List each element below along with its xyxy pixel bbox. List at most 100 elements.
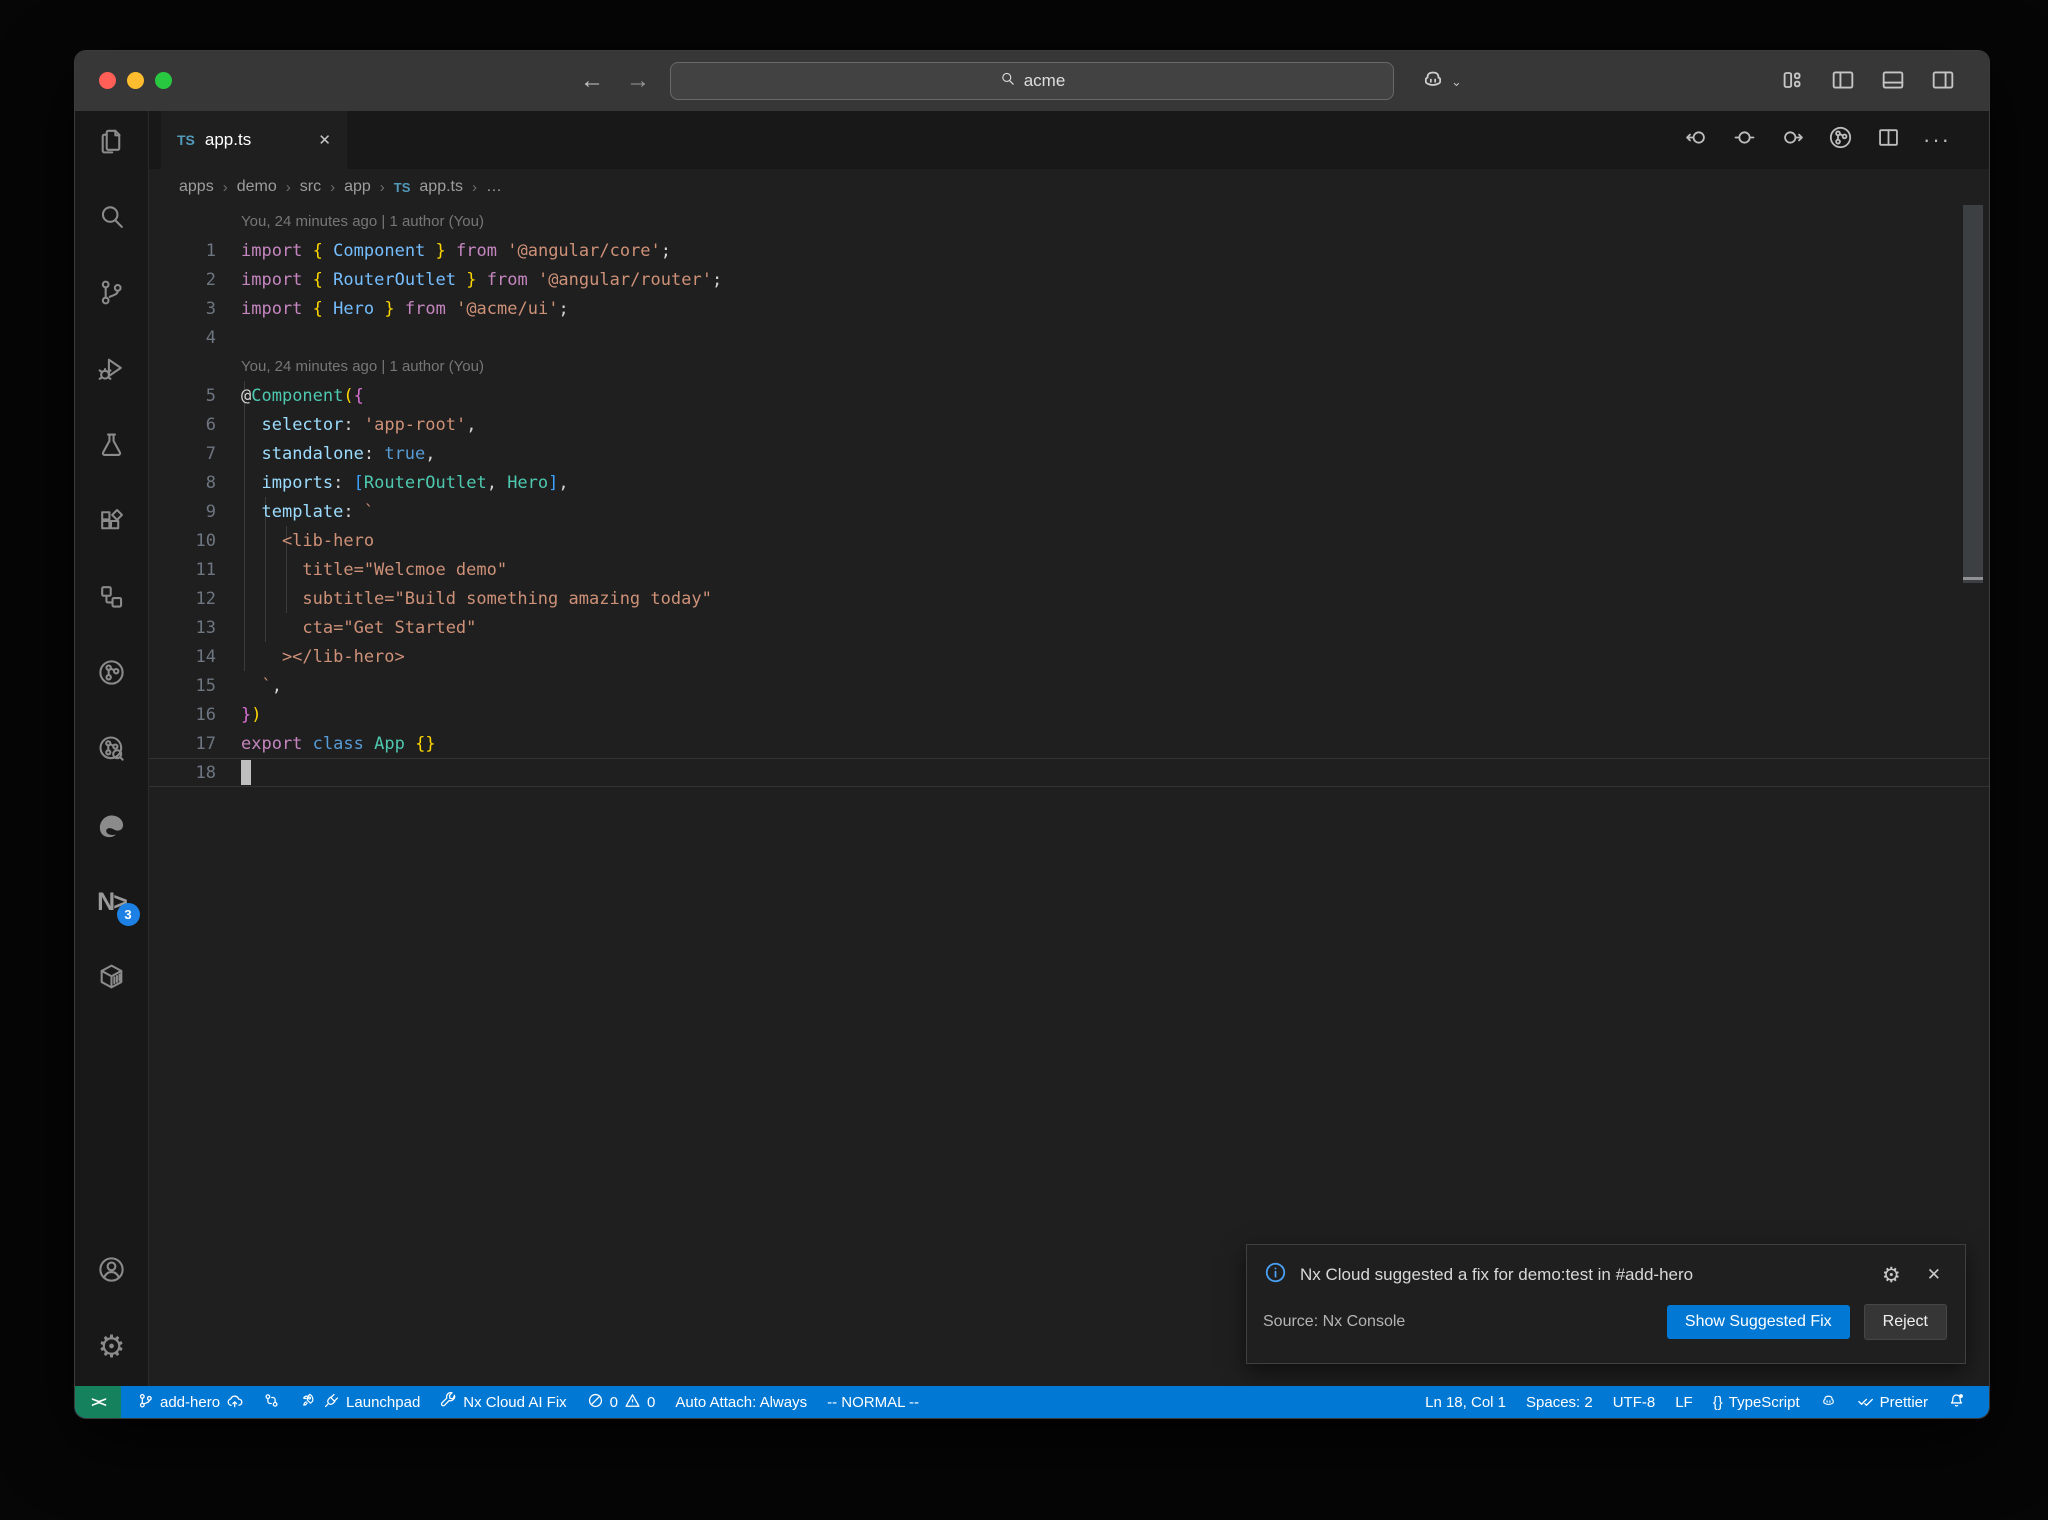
code-line-6[interactable]: 6 selector: 'app-root', [149, 410, 1989, 439]
code-text: import { RouterOutlet } from '@angular/r… [241, 269, 723, 290]
more-actions-icon[interactable]: ··· [1923, 127, 1951, 153]
gitlens-graph-icon[interactable] [1827, 124, 1854, 156]
notification-settings-gear-icon[interactable]: ⚙ [1882, 1263, 1901, 1288]
split-editor-icon[interactable] [1875, 124, 1902, 156]
code-line-7[interactable]: 7 standalone: true, [149, 439, 1989, 468]
minimize-window-button[interactable] [127, 72, 144, 89]
back-arrow-icon[interactable]: ← [580, 69, 604, 93]
copilot-icon [1420, 66, 1446, 97]
status-item-auto-attach[interactable]: Auto Attach: Always [665, 1386, 817, 1418]
nx-badge: 3 [116, 903, 140, 926]
code-line-17[interactable]: 17 export class App {} [149, 729, 1989, 758]
activity-item-accounts[interactable] [90, 1256, 134, 1287]
status-item-git-compare[interactable] [253, 1386, 290, 1418]
code-line-18[interactable]: 18 [149, 758, 1989, 787]
code-line-15[interactable]: 15 `, [149, 671, 1989, 700]
rocket-icon [300, 1392, 317, 1413]
code-line-5[interactable]: 5 @Component({ [149, 381, 1989, 410]
source-control-icon [96, 277, 127, 313]
code-line-4[interactable]: 4 [149, 323, 1989, 352]
status-item-label: Spaces: 2 [1526, 1393, 1593, 1411]
activity-item-edge-tools[interactable] [90, 811, 134, 842]
code-line-11[interactable]: 11 title="Welcmoe demo" [149, 555, 1989, 584]
info-icon [1263, 1260, 1288, 1290]
activity-item-extensions[interactable] [90, 507, 134, 538]
forward-arrow-icon[interactable]: → [626, 69, 650, 93]
breadcrumb-segment[interactable]: demo [237, 178, 277, 196]
breadcrumb-separator: › [471, 178, 477, 196]
breadcrumb-segment[interactable]: app [344, 178, 371, 196]
activity-item-explorer[interactable] [90, 127, 134, 158]
code-line-9[interactable]: 9 template: ` [149, 497, 1989, 526]
breadcrumb-segment[interactable]: src [300, 178, 321, 196]
code-line-13[interactable]: 13 cta="Get Started" [149, 613, 1989, 642]
breadcrumb-separator: › [379, 178, 385, 196]
activity-item-containers[interactable] [90, 963, 134, 994]
toggle-panel-left-icon[interactable] [1829, 66, 1857, 99]
line-number: 16 [195, 704, 216, 725]
window-controls [99, 72, 172, 89]
breadcrumb-segment[interactable]: apps [179, 178, 214, 196]
code-line-1[interactable]: 1 import { Component } from '@angular/cor… [149, 236, 1989, 265]
status-item-problems[interactable]: 00 [577, 1386, 666, 1418]
gitlens-back-icon[interactable] [1683, 124, 1710, 156]
code-line-12[interactable]: 12 subtitle="Build something amazing tod… [149, 584, 1989, 613]
status-item-indentation[interactable]: Spaces: 2 [1516, 1386, 1603, 1418]
breadcrumb-segment[interactable]: … [486, 178, 502, 196]
toggle-panel-bottom-icon[interactable] [1879, 66, 1907, 99]
customize-layout-icon[interactable] [1779, 66, 1807, 99]
show-suggested-fix-button[interactable]: Show Suggested Fix [1666, 1305, 1850, 1339]
code-text: import { Component } from '@angular/core… [241, 240, 672, 261]
activity-item-source-control[interactable] [90, 279, 134, 310]
activity-item-testing[interactable] [90, 431, 134, 462]
accounts-icon [96, 1254, 127, 1290]
reject-button[interactable]: Reject [1863, 1304, 1947, 1340]
status-item-encoding[interactable]: UTF-8 [1603, 1386, 1666, 1418]
activity-item-gitlens-inspect[interactable] [90, 735, 134, 766]
status-item-cursor-position[interactable]: Ln 18, Col 1 [1415, 1386, 1516, 1418]
code-line-10[interactable]: 10 <lib-hero [149, 526, 1989, 555]
activity-item-gitlens[interactable] [90, 659, 134, 690]
line-number: 2 [205, 269, 216, 290]
status-item-copilot-status[interactable] [1810, 1386, 1847, 1418]
gitlens-current-icon[interactable] [1731, 124, 1758, 156]
activity-item-search[interactable] [90, 203, 134, 234]
activity-item-settings[interactable]: ⚙ [90, 1331, 134, 1362]
status-item-nx-cloud-fix[interactable]: Nx Cloud AI Fix [430, 1386, 576, 1418]
activity-item-run-debug[interactable] [90, 355, 134, 386]
breadcrumb-segment[interactable]: app.ts [419, 178, 463, 196]
status-item-vim-mode[interactable]: -- NORMAL -- [817, 1386, 929, 1418]
code-line-16[interactable]: 16}) [149, 700, 1989, 729]
status-item-git-branch[interactable]: add-hero [127, 1386, 253, 1418]
activity-item-custom-views[interactable] [90, 583, 134, 614]
layout-controls [1779, 66, 1957, 99]
command-center-search[interactable]: acme [670, 62, 1394, 100]
toggle-panel-right-icon[interactable] [1929, 66, 1957, 99]
code-line-3[interactable]: 3 import { Hero } from '@acme/ui'; [149, 294, 1989, 323]
status-item-launchpad[interactable]: Launchpad [290, 1386, 430, 1418]
code-line-14[interactable]: 14 ></lib-hero> [149, 642, 1989, 671]
status-item-eol[interactable]: LF [1665, 1386, 1703, 1418]
search-icon [999, 70, 1016, 92]
tab-label: app.ts [204, 130, 252, 149]
tab-app-ts[interactable]: TS app.ts ✕ [161, 111, 347, 169]
checks-icon [1857, 1392, 1874, 1413]
copilot-menu-button[interactable]: ⌄ [1420, 66, 1462, 97]
zoom-window-button[interactable] [155, 72, 172, 89]
code-line-8[interactable]: 8 imports: [RouterOutlet, Hero], [149, 468, 1989, 497]
status-item-notifications-bell[interactable] [1938, 1386, 1975, 1418]
code-editor[interactable]: You, 24 minutes ago | 1 author (You) 1 imp… [149, 205, 1989, 1386]
breadcrumb-separator: › [330, 178, 336, 196]
run-debug-icon [96, 353, 127, 389]
vertical-scrollbar[interactable] [1963, 205, 1983, 583]
close-tab-icon[interactable]: ✕ [318, 131, 331, 149]
notification-close-icon[interactable]: ✕ [1927, 1265, 1941, 1285]
status-item-formatter[interactable]: Prettier [1847, 1386, 1938, 1418]
gitlens-forward-icon[interactable] [1779, 124, 1806, 156]
line-number: 15 [195, 675, 216, 696]
activity-item-nx-console[interactable]: N> 3 [90, 887, 140, 926]
remote-indicator[interactable]: >< [75, 1386, 121, 1418]
close-window-button[interactable] [99, 72, 116, 89]
code-line-2[interactable]: 2 import { RouterOutlet } from '@angular/… [149, 265, 1989, 294]
status-item-language-mode[interactable]: {} TypeScript [1703, 1386, 1810, 1418]
